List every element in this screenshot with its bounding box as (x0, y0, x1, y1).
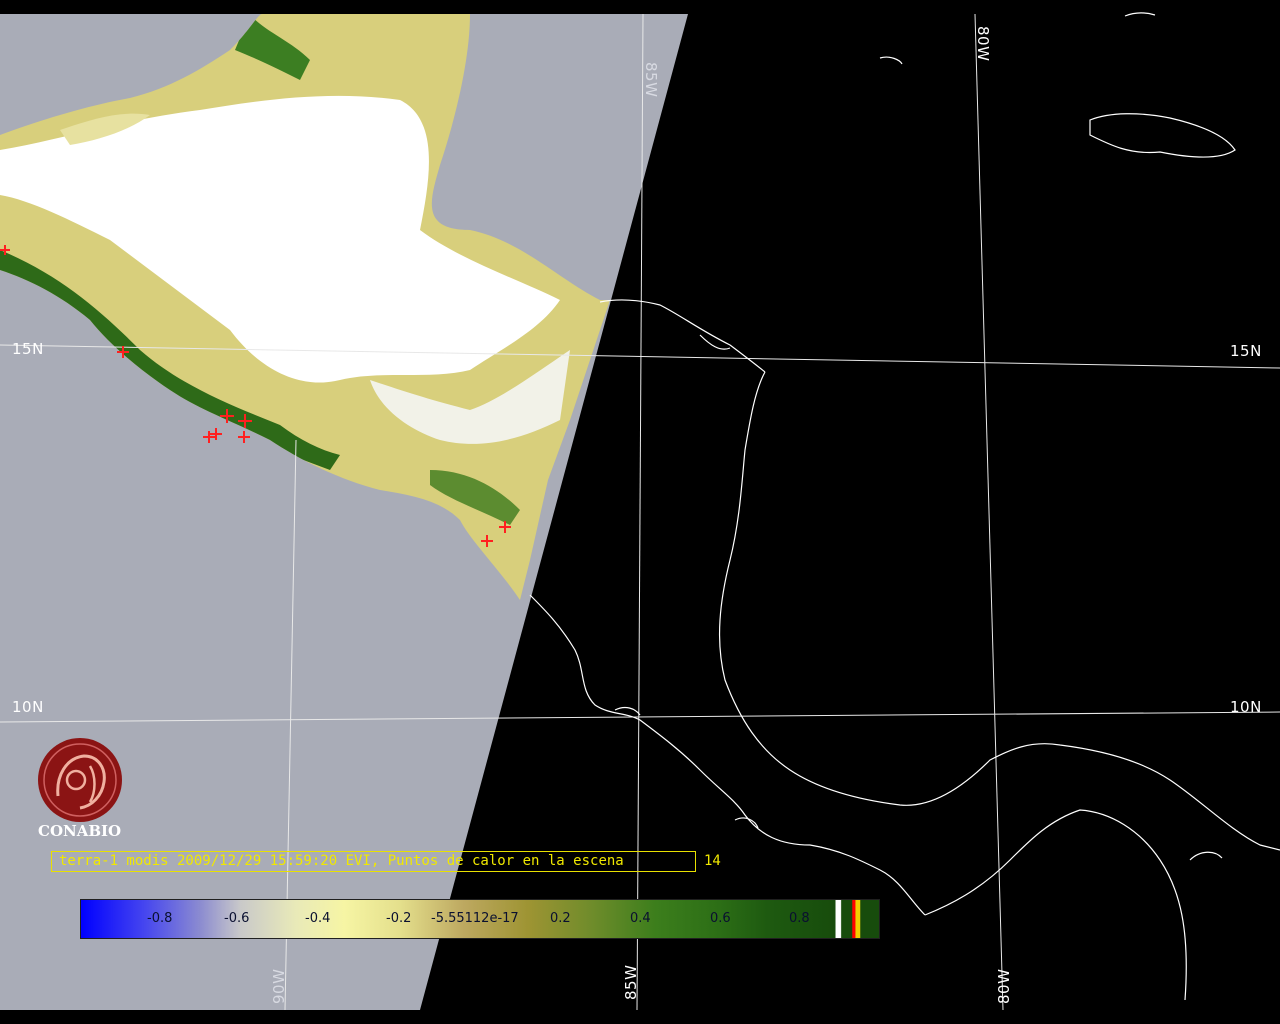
lon-label-85w-top: 85W (642, 62, 660, 98)
colorbar-tick: 0.6 (710, 911, 731, 926)
lon-label-90w-bottom: 90W (270, 968, 288, 1004)
lon-label-85w-bottom: 85W (622, 964, 640, 1000)
lat-label-10n-right: 10N (1230, 698, 1262, 716)
colorbar-tick: -0.4 (305, 911, 331, 926)
lon-label-80w-top: 80W (974, 26, 992, 62)
colorbar-tick: 0.8 (789, 911, 810, 926)
colorbar-tick: -0.2 (386, 911, 412, 926)
colorbar-tick: 0.4 (630, 911, 651, 926)
lat-label-15n-left: 15N (12, 340, 44, 358)
conabio-logo-text: CONABIO (38, 822, 122, 840)
colorbar-tick: -5.55112e-17 (431, 911, 519, 926)
caption-text: terra-1 modis 2009/12/29 15:59:20 EVI, P… (59, 853, 624, 869)
colorbar-tick: -0.8 (147, 911, 173, 926)
hotspot-count: 14 (704, 853, 721, 869)
colorbar-tick: 0.2 (550, 911, 571, 926)
colorbar-tick: -0.6 (224, 911, 250, 926)
lat-label-10n-left: 10N (12, 698, 44, 716)
scene-caption: terra-1 modis 2009/12/29 15:59:20 EVI, P… (51, 851, 721, 872)
lat-label-15n-right: 15N (1230, 342, 1262, 360)
lon-label-80w-bottom: 80W (995, 968, 1013, 1004)
